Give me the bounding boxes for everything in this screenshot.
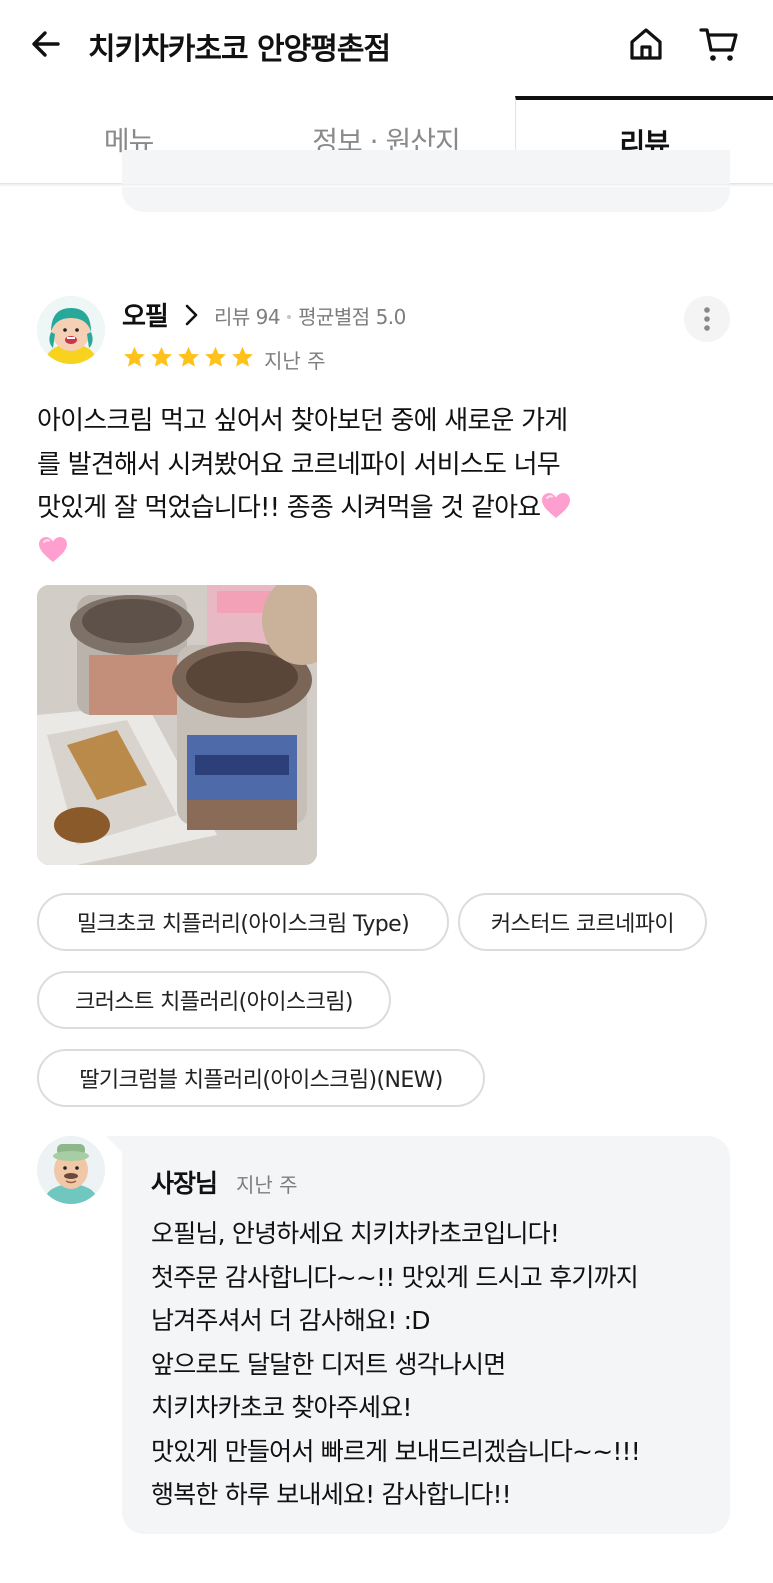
pink-heart-icon	[39, 536, 67, 562]
star-icon	[178, 346, 199, 367]
home-icon	[630, 28, 662, 60]
back-button[interactable]	[24, 22, 68, 66]
owner-name: 사장님	[151, 1169, 218, 1198]
menu-tag[interactable]: 커스터드 코르네파이	[458, 893, 707, 951]
review-photo-image	[37, 585, 317, 865]
pink-heart-icon	[542, 493, 571, 518]
star-icon	[151, 346, 172, 367]
review-text-line: 아이스크림 먹고 싶어서 찾아보던 중에 새로운 가게	[37, 406, 568, 436]
tabs-divider	[0, 184, 773, 187]
reviewer-avatar-image	[37, 296, 105, 364]
review-page: 치키차카초코 안양평촌점 메뉴 정보 · 원산지 리뷰 오필 리뷰 94 평균별…	[0, 0, 773, 1583]
cart-button[interactable]	[694, 20, 744, 68]
review-text-line: 맛있게 잘 먹었습니다!! 종종 시켜먹을 것 같아요	[37, 493, 541, 523]
home-button[interactable]	[622, 20, 670, 68]
more-options-button[interactable]	[684, 296, 730, 342]
reviewer-avg-rating: 평균별점 5.0	[298, 305, 406, 329]
reply-date: 지난 주	[236, 1173, 298, 1197]
more-vertical-icon	[704, 307, 710, 331]
star-icon	[232, 346, 253, 367]
star-icon	[205, 346, 226, 367]
reviewer-stats: 리뷰 94 평균별점 5.0	[214, 301, 406, 330]
review-photo[interactable]	[37, 585, 317, 865]
cart-icon	[699, 28, 738, 61]
arrow-left-icon	[32, 31, 60, 57]
rating-stars	[122, 345, 255, 370]
reviewer-avatar[interactable]	[37, 296, 105, 364]
owner-avatar	[37, 1136, 105, 1204]
top-app-bar: 치키차카초코 안양평촌점	[0, 0, 773, 92]
reviewer-review-count: 리뷰 94	[214, 305, 281, 329]
star-icon	[124, 346, 145, 367]
store-title: 치키차카초코 안양평촌점	[88, 32, 391, 67]
menu-tag[interactable]: 크러스트 치플러리(아이스크림)	[37, 971, 391, 1029]
chevron-right-icon[interactable]	[181, 302, 201, 328]
meta-separator	[287, 315, 292, 319]
review-text-line: 를 발견해서 시켜봤어요 코르네파이 서비스도 너무	[37, 449, 561, 480]
menu-tag[interactable]: 딸기크럼블 치플러리(아이스크림)(NEW)	[37, 1049, 485, 1107]
reviewer-name[interactable]: 오필	[122, 296, 169, 333]
previous-reply-card	[122, 150, 730, 212]
menu-tag[interactable]: 밀크초코 치플러리(아이스크림 Type)	[37, 893, 449, 951]
owner-reply-text: 오필님, 안녕하세요 치키차카초코입니다! 첫주문 감사합니다~~!! 맛있게 …	[151, 1219, 641, 1509]
review-date: 지난 주	[264, 349, 326, 373]
review-body: 아이스크림 먹고 싶어서 찾아보던 중에 새로운 가게 를 발견해서 시켜봤어요…	[37, 400, 657, 574]
owner-avatar-image	[37, 1136, 105, 1204]
